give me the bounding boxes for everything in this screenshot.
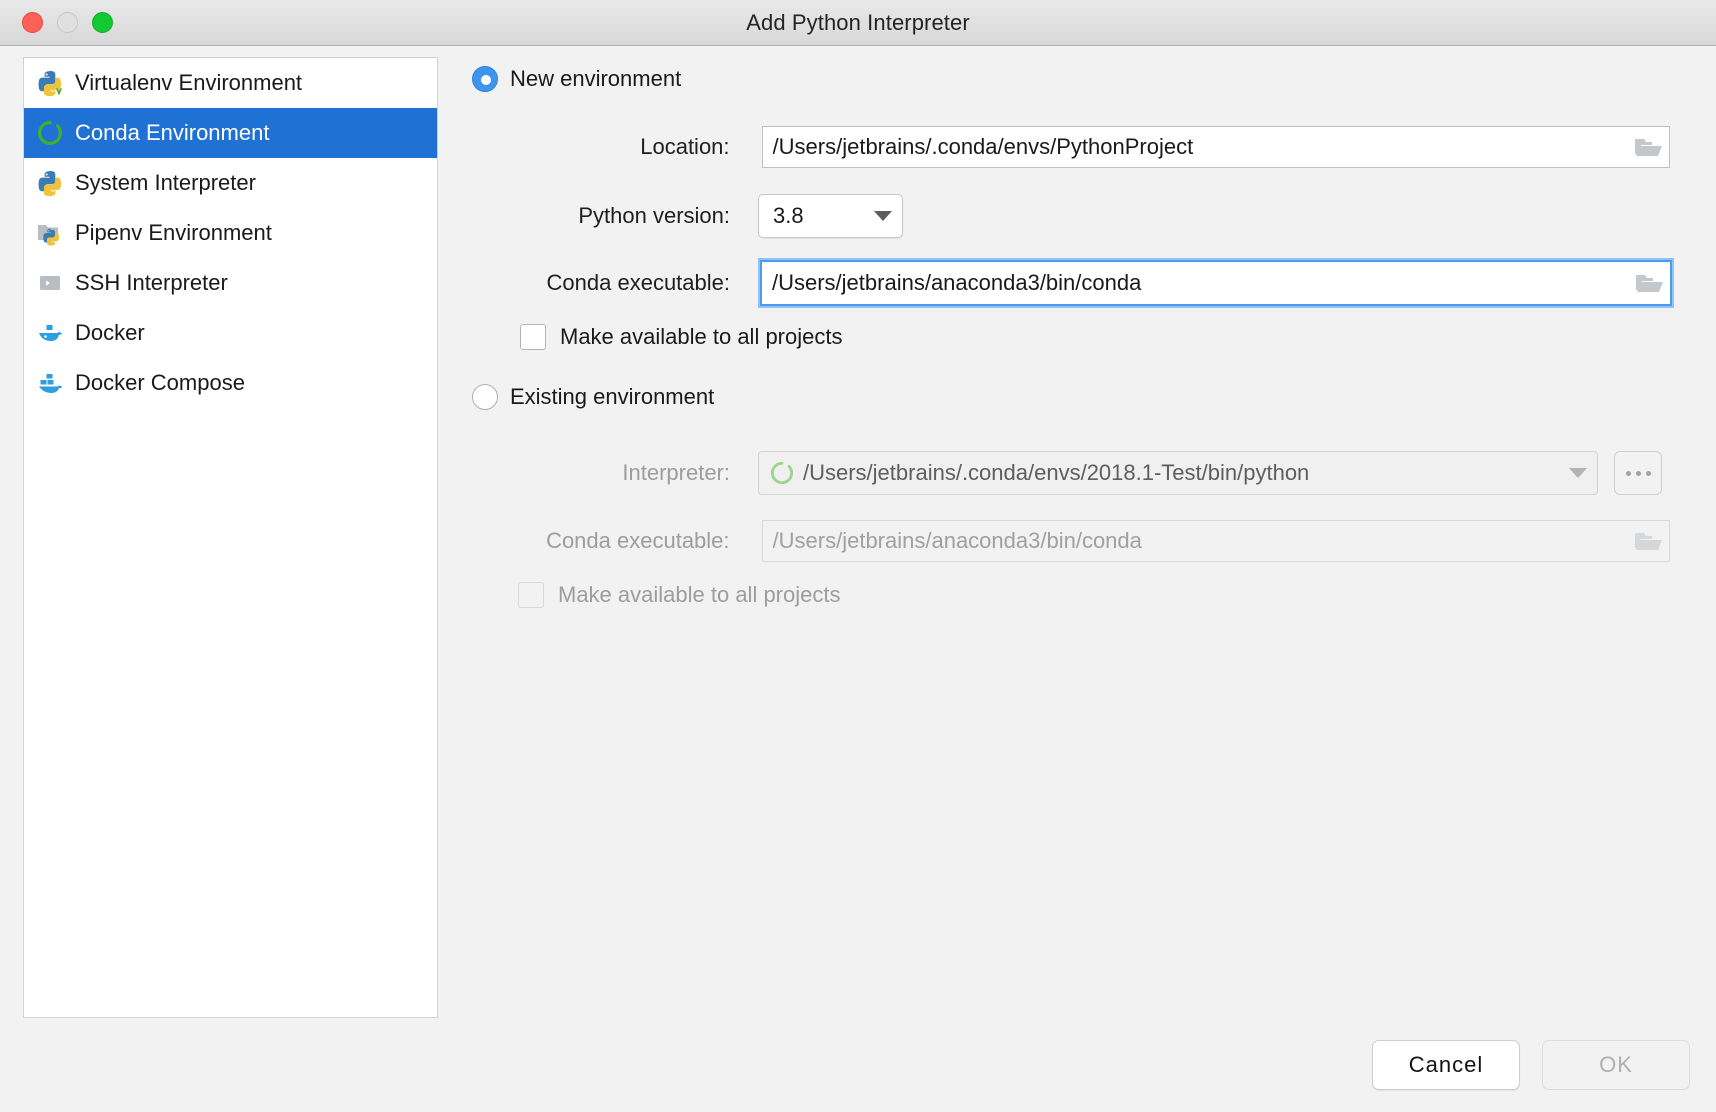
interpreter-type-list[interactable]: Virtualenv Environment Conda Environment — [23, 57, 438, 1018]
location-row: Location: /Users/jetbrains/.conda/envs/P… — [460, 126, 1670, 168]
python-icon — [36, 169, 64, 197]
add-python-interpreter-dialog: Add Python Interpreter Virtualenv Enviro… — [0, 0, 1716, 1112]
conda-executable-label: Conda executable: — [460, 270, 730, 296]
sidebar-item-ssh-interpreter[interactable]: SSH Interpreter — [24, 258, 437, 308]
interpreter-select[interactable]: /Users/jetbrains/.conda/envs/2018.1-Test… — [758, 451, 1598, 495]
location-value: /Users/jetbrains/.conda/envs/PythonProje… — [773, 134, 1633, 160]
sidebar-item-system-interpreter[interactable]: System Interpreter — [24, 158, 437, 208]
existing-make-available-row[interactable]: Make available to all projects — [518, 582, 840, 608]
sidebar-item-virtualenv-environment[interactable]: Virtualenv Environment — [24, 58, 437, 108]
interpreter-browse-button[interactable] — [1614, 451, 1662, 495]
chevron-down-icon — [1569, 468, 1587, 478]
dialog-body: Virtualenv Environment Conda Environment — [0, 46, 1716, 1112]
chevron-down-icon — [874, 211, 892, 221]
folder-open-icon[interactable] — [1633, 135, 1663, 159]
sidebar-item-label: Conda Environment — [75, 120, 269, 146]
sidebar-item-pipenv-environment[interactable]: Pipenv Environment — [24, 208, 437, 258]
sidebar-item-conda-environment[interactable]: Conda Environment — [24, 108, 437, 158]
interpreter-settings-pane: New environment Location: /Users/jetbrai… — [460, 46, 1716, 1112]
existing-conda-executable-input[interactable]: /Users/jetbrains/anaconda3/bin/conda — [762, 520, 1670, 562]
existing-make-available-label: Make available to all projects — [558, 582, 840, 608]
new-environment-radio-row[interactable]: New environment — [472, 66, 681, 92]
window-title: Add Python Interpreter — [0, 10, 1716, 36]
sidebar-item-label: Pipenv Environment — [75, 220, 272, 246]
cancel-button[interactable]: Cancel — [1372, 1040, 1520, 1090]
sidebar-item-label: Docker Compose — [75, 370, 245, 396]
existing-environment-radio[interactable] — [472, 384, 498, 410]
ellipsis-icon — [1646, 471, 1651, 476]
python-version-value: 3.8 — [773, 203, 804, 229]
new-make-available-row[interactable]: Make available to all projects — [520, 324, 842, 350]
ssh-terminal-icon — [36, 269, 64, 297]
existing-environment-radio-row[interactable]: Existing environment — [472, 384, 714, 410]
sidebar-item-docker[interactable]: Docker — [24, 308, 437, 358]
python-version-label: Python version: — [460, 203, 730, 229]
ok-button[interactable]: OK — [1542, 1040, 1690, 1090]
folder-open-icon[interactable] — [1634, 271, 1664, 295]
docker-whale-icon — [36, 319, 64, 347]
existing-environment-label: Existing environment — [510, 384, 714, 410]
python-version-select[interactable]: 3.8 — [758, 194, 903, 238]
conda-executable-input[interactable]: /Users/jetbrains/anaconda3/bin/conda — [760, 260, 1672, 306]
python-virtualenv-icon — [36, 69, 64, 97]
conda-executable-value: /Users/jetbrains/anaconda3/bin/conda — [772, 270, 1634, 296]
ellipsis-icon — [1636, 471, 1641, 476]
new-make-available-checkbox[interactable] — [520, 324, 546, 350]
dialog-footer: Cancel OK — [1372, 1040, 1690, 1090]
docker-compose-icon — [36, 369, 64, 397]
location-input[interactable]: /Users/jetbrains/.conda/envs/PythonProje… — [762, 126, 1670, 168]
new-environment-radio[interactable] — [472, 66, 498, 92]
conda-icon — [36, 119, 64, 147]
existing-make-available-checkbox[interactable] — [518, 582, 544, 608]
sidebar-item-label: Virtualenv Environment — [75, 70, 302, 96]
interpreter-value: /Users/jetbrains/.conda/envs/2018.1-Test… — [803, 460, 1309, 486]
pipenv-folder-python-icon — [36, 219, 64, 247]
new-make-available-label: Make available to all projects — [560, 324, 842, 350]
folder-open-icon[interactable] — [1633, 529, 1663, 553]
python-version-row: Python version: 3.8 — [460, 194, 903, 238]
title-bar: Add Python Interpreter — [0, 0, 1716, 46]
sidebar-item-docker-compose[interactable]: Docker Compose — [24, 358, 437, 408]
existing-conda-executable-label: Conda executable: — [460, 528, 730, 554]
existing-conda-executable-value: /Users/jetbrains/anaconda3/bin/conda — [773, 528, 1633, 554]
sidebar-item-label: System Interpreter — [75, 170, 256, 196]
conda-icon — [769, 460, 797, 486]
interpreter-row: Interpreter: /Users/jetbrains/.conda/env… — [460, 451, 1662, 495]
conda-executable-row: Conda executable: /Users/jetbrains/anaco… — [460, 260, 1674, 306]
sidebar-item-label: Docker — [75, 320, 145, 346]
new-environment-label: New environment — [510, 66, 681, 92]
existing-conda-executable-row: Conda executable: /Users/jetbrains/anaco… — [460, 520, 1670, 562]
interpreter-label: Interpreter: — [460, 460, 730, 486]
ellipsis-icon — [1626, 471, 1631, 476]
sidebar-item-label: SSH Interpreter — [75, 270, 228, 296]
location-label: Location: — [460, 134, 730, 160]
